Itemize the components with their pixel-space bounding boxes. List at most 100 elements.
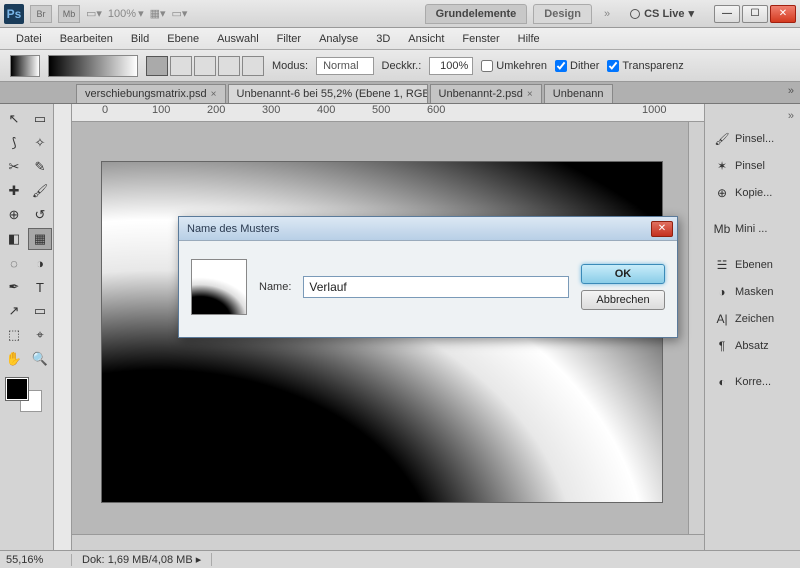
transparenz-checkbox[interactable]: Transparenz [607,60,683,72]
stamp-tool[interactable]: ⊕ [2,204,26,226]
bridge-icon[interactable]: Br [30,5,52,23]
arrange-dropdown[interactable]: ▦▾ [150,7,166,20]
doc-tab-2[interactable]: Unbenannt-2.psd × [430,84,542,103]
window-minimize-button[interactable]: — [714,5,740,23]
umkehren-checkbox[interactable]: Umkehren [481,60,547,72]
transparenz-label: Transparenz [622,60,683,72]
panel-zeichen[interactable]: A|Zeichen [709,307,796,331]
options-bar: Modus: Normal Deckkr.: 100% Umkehren Dit… [0,50,800,82]
doc-tab-3[interactable]: Unbenann [544,84,613,103]
workspace-tab-design[interactable]: Design [533,4,592,24]
ruler-tick: 200 [207,104,225,116]
ok-button[interactable]: OK [581,264,665,284]
deckkr-input[interactable]: 100% [429,57,473,75]
window-close-button[interactable]: ✕ [770,5,796,23]
wand-tool[interactable]: ✧ [28,132,52,154]
shape-tool[interactable]: ▭ [28,300,52,322]
screen-mode-dropdown[interactable]: ▭▾ [86,7,102,20]
dialog-close-button[interactable]: ✕ [651,221,673,237]
move-tool[interactable]: ↖ [2,108,26,130]
menu-bearbeiten[interactable]: Bearbeiten [52,31,121,47]
eraser-tool[interactable]: ◧ [2,228,26,250]
window-maximize-button[interactable]: ☐ [742,5,768,23]
close-icon[interactable]: × [527,89,533,100]
workspace-more-icon[interactable]: » [598,8,616,20]
lasso-tool[interactable]: ⟆ [2,132,26,154]
panel-label: Kopie... [735,187,772,199]
path-tool[interactable]: ↗ [2,300,26,322]
ruler-tick: 400 [317,104,335,116]
dodge-tool[interactable]: ◑ [28,252,52,274]
panel-masken[interactable]: ◑Masken [709,280,796,304]
close-icon[interactable]: × [211,89,217,100]
scrollbar-horizontal[interactable] [72,534,704,550]
panel-absatz[interactable]: ¶Absatz [709,334,796,358]
panel-label: Ebenen [735,259,773,271]
menu-analyse[interactable]: Analyse [311,31,366,47]
cancel-button[interactable]: Abbrechen [581,290,665,310]
foreground-color-swatch[interactable] [6,378,28,400]
history-brush-tool[interactable]: ↺ [28,204,52,226]
doc-tab-1[interactable]: Unbenannt-6 bei 55,2% (Ebene 1, RGB/8) *… [228,84,428,103]
gradient-tool[interactable]: ▦ [28,228,52,250]
pattern-thumbnail [191,259,247,315]
status-zoom[interactable]: 55,16% [0,554,72,566]
gradient-linear-button[interactable] [146,56,168,76]
color-wells[interactable] [2,372,52,412]
toolbox: ↖ ▭ ⟆ ✧ ✂ ✎ ✚ 🖌 ⊕ ↺ ◧ ▦ ◌ ◑ ✒ T ↗ ▭ ⬚ ⌖ … [0,104,54,550]
tool-preset-dropdown[interactable] [10,55,40,77]
dither-checkbox[interactable]: Dither [555,60,599,72]
eyedropper-tool[interactable]: ✎ [28,156,52,178]
panel-minibridge[interactable]: MbMini ... [709,217,796,241]
workspace-tab-grundelemente[interactable]: Grundelemente [425,4,528,24]
crop-tool[interactable]: ✂ [2,156,26,178]
menu-fenster[interactable]: Fenster [454,31,507,47]
menu-datei[interactable]: Datei [8,31,50,47]
tabs-overflow-icon[interactable]: » [788,85,794,97]
camera-tool[interactable]: ⌖ [28,324,52,346]
extras-dropdown[interactable]: ▭▾ [172,7,188,20]
panel-ebenen[interactable]: ☱Ebenen [709,253,796,277]
minibridge-icon[interactable]: Mb [58,5,80,23]
gradient-reflected-button[interactable] [218,56,240,76]
panel-pinsel-preset[interactable]: 🖌Pinsel... [709,127,796,151]
gradient-preview[interactable] [48,55,138,77]
dialog-titlebar[interactable]: Name des Musters ✕ [179,217,677,241]
type-tool[interactable]: T [28,276,52,298]
panel-pinsel[interactable]: ✶Pinsel [709,154,796,178]
cslive-button[interactable]: CS Live ▾ [622,7,702,20]
ruler-vertical[interactable] [54,104,72,550]
heal-tool[interactable]: ✚ [2,180,26,202]
menu-3d[interactable]: 3D [368,31,398,47]
modus-select[interactable]: Normal [316,57,373,75]
3d-tool[interactable]: ⬚ [2,324,26,346]
gradient-radial-button[interactable] [170,56,192,76]
menu-bild[interactable]: Bild [123,31,157,47]
menu-ansicht[interactable]: Ansicht [400,31,452,47]
ruler-horizontal[interactable]: 0 100 200 300 400 500 600 1000 [72,104,704,122]
doc-tab-0[interactable]: verschiebungsmatrix.psd× [76,84,226,103]
brush-tool[interactable]: 🖌 [28,180,52,202]
marquee-tool[interactable]: ▭ [28,108,52,130]
zoom-value: 100% [108,8,136,20]
gradient-diamond-button[interactable] [242,56,264,76]
gradient-angle-button[interactable] [194,56,216,76]
panel-korrekturen[interactable]: ◐Korre... [709,370,796,394]
pattern-name-input[interactable] [303,276,569,298]
app-titlebar: Ps Br Mb ▭▾ 100% ▾ ▦▾ ▭▾ Grundelemente D… [0,0,800,28]
blur-tool[interactable]: ◌ [2,252,26,274]
menu-ebene[interactable]: Ebene [159,31,207,47]
panel-collapse-icon[interactable]: » [786,108,796,124]
scrollbar-vertical[interactable] [688,122,704,534]
menu-filter[interactable]: Filter [269,31,309,47]
zoom-tool[interactable]: 🔍 [28,348,52,370]
zoom-dropdown[interactable]: 100% ▾ [108,7,144,20]
panel-kopie[interactable]: ⊕Kopie... [709,181,796,205]
panel-dock: » 🖌Pinsel... ✶Pinsel ⊕Kopie... MbMini ..… [704,104,800,550]
pen-tool[interactable]: ✒ [2,276,26,298]
doc-tab-2-label: Unbenannt-2.psd [439,88,523,100]
hand-tool[interactable]: ✋ [2,348,26,370]
menu-hilfe[interactable]: Hilfe [510,31,548,47]
status-doc[interactable]: Dok: 1,69 MB/4,08 MB ▸ [72,553,212,566]
menu-auswahl[interactable]: Auswahl [209,31,267,47]
